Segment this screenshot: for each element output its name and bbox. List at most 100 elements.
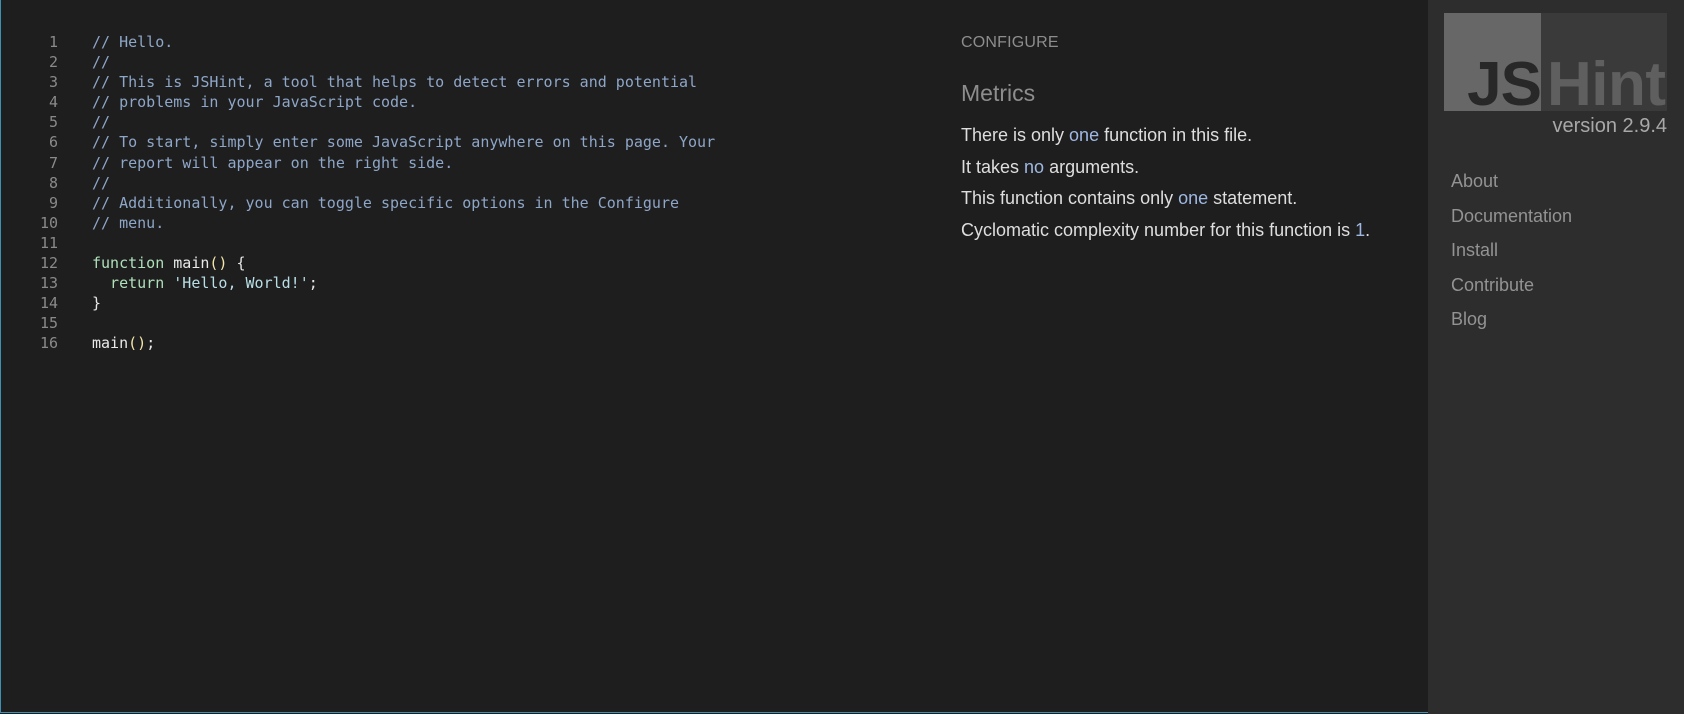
code-token: ; bbox=[146, 334, 156, 353]
metric-text: arguments. bbox=[1044, 156, 1140, 177]
code-line[interactable]: 14} bbox=[0, 293, 900, 313]
logo-hint-text: Hint bbox=[1547, 50, 1666, 119]
line-code: return 'Hello, World!'; bbox=[92, 273, 318, 293]
code-token: // problems in your JavaScript code. bbox=[92, 93, 418, 112]
metric-line: There is only one function in this file. bbox=[961, 120, 1421, 152]
code-token: // Hello. bbox=[92, 33, 174, 51]
line-code: // report will appear on the right side. bbox=[92, 153, 453, 173]
line-code: // This is JSHint, a tool that helps to … bbox=[92, 72, 697, 92]
code-token: // bbox=[92, 173, 111, 192]
line-number: 1 bbox=[48, 33, 58, 51]
code-token: return bbox=[92, 274, 165, 293]
code-token: // menu. bbox=[92, 213, 165, 232]
code-token: // To start, simply enter some JavaScrip… bbox=[92, 133, 716, 152]
code-token: ; bbox=[308, 274, 318, 293]
configure-menu-button[interactable]: CONFIGURE bbox=[961, 34, 1421, 52]
code-line[interactable]: 11 bbox=[0, 233, 900, 253]
line-code: function main() { bbox=[92, 253, 246, 273]
nav-about[interactable]: About bbox=[1451, 164, 1572, 199]
code-editor[interactable]: 1 // Hello. 2 // 3 // This is JSHint, a tool … bbox=[0, 32, 900, 354]
metric-text: . bbox=[1365, 219, 1371, 240]
code-token: { bbox=[227, 254, 246, 273]
line-number: 8 bbox=[48, 173, 58, 192]
metric-line: Cyclomatic complexity number for this fu… bbox=[961, 215, 1421, 247]
code-token: main bbox=[92, 334, 129, 353]
code-token: () bbox=[209, 254, 228, 273]
code-line[interactable]: 7 // report will appear on the right side… bbox=[0, 153, 900, 173]
code-line[interactable]: 10 // menu. bbox=[0, 213, 900, 233]
line-number: 4 bbox=[48, 93, 58, 112]
line-number: 2 bbox=[48, 53, 58, 72]
line-code: // bbox=[92, 112, 110, 132]
code-line[interactable]: 4 // problems in your JavaScript code. bbox=[0, 92, 900, 112]
line-number: 14 bbox=[39, 294, 58, 313]
code-token: } bbox=[92, 294, 102, 313]
metrics-list: There is only one function in this file.… bbox=[961, 120, 1421, 246]
line-number: 15 bbox=[39, 314, 58, 333]
report-panel: CONFIGURE Metrics There is only one func… bbox=[961, 34, 1421, 246]
code-line[interactable]: 1 // Hello. bbox=[0, 32, 900, 52]
metric-value: no bbox=[1024, 156, 1045, 177]
metric-text: This function contains only bbox=[961, 188, 1179, 208]
line-code: // Hello. bbox=[92, 32, 173, 52]
line-number: 7 bbox=[48, 153, 58, 172]
line-number: 12 bbox=[39, 254, 58, 273]
line-number: 11 bbox=[39, 233, 58, 252]
line-code: // bbox=[92, 52, 110, 72]
line-number: 13 bbox=[39, 274, 58, 293]
logo-js-text: JS bbox=[1467, 50, 1542, 119]
metric-line: It takes no arguments. bbox=[961, 152, 1421, 184]
code-line[interactable]: 6 // To start, simply enter some JavaScri… bbox=[0, 132, 900, 152]
code-line[interactable]: 12 function main() { bbox=[0, 253, 900, 273]
code-token: // report will appear on the right side. bbox=[92, 153, 454, 172]
code-token: // bbox=[92, 53, 111, 72]
nav-blog[interactable]: Blog bbox=[1451, 302, 1572, 337]
code-line[interactable]: 2 // bbox=[0, 52, 900, 72]
nav-documentation[interactable]: Documentation bbox=[1451, 199, 1572, 234]
line-number: 16 bbox=[39, 334, 58, 353]
code-line[interactable]: 16 main(); bbox=[0, 333, 900, 353]
code-token: // bbox=[92, 113, 111, 132]
line-code: main(); bbox=[92, 333, 155, 353]
line-number: 10 bbox=[39, 213, 58, 232]
metric-value: 1 bbox=[1355, 219, 1366, 240]
line-number: 9 bbox=[48, 193, 58, 212]
metric-value: one bbox=[1069, 125, 1100, 145]
logo-js-block: JS bbox=[1444, 13, 1542, 116]
line-code: // To start, simply enter some JavaScrip… bbox=[92, 132, 715, 152]
metric-text: It takes bbox=[961, 156, 1025, 177]
metric-text: function in this file. bbox=[1099, 125, 1253, 145]
line-code: } bbox=[92, 293, 101, 313]
metric-text: Cyclomatic complexity number for this fu… bbox=[961, 219, 1356, 240]
line-code: // menu. bbox=[92, 213, 164, 233]
code-line[interactable]: 15 bbox=[0, 313, 900, 333]
metric-line: This function contains only one statemen… bbox=[961, 183, 1421, 215]
version-label: version 2.9.4 bbox=[1552, 115, 1667, 137]
code-token: function bbox=[92, 254, 165, 273]
code-token: () bbox=[128, 334, 147, 353]
metric-value: one bbox=[1178, 188, 1209, 208]
line-code: // bbox=[92, 173, 110, 193]
code-line[interactable]: 13 return 'Hello, World!'; bbox=[0, 273, 900, 293]
metric-text: statement. bbox=[1208, 188, 1298, 208]
line-number: 6 bbox=[48, 133, 58, 152]
line-number: 5 bbox=[48, 113, 58, 132]
nav-install[interactable]: Install bbox=[1451, 233, 1572, 268]
sidebar: JS Hint version 2.9.4 About Documentation… bbox=[1428, 0, 1684, 714]
code-line[interactable]: 9 // Additionally, you can toggle specifi… bbox=[0, 193, 900, 213]
metrics-heading: Metrics bbox=[961, 80, 1036, 106]
sidebar-nav: About Documentation Install Contribute Blog bbox=[1451, 164, 1572, 337]
line-number: 3 bbox=[48, 73, 58, 92]
code-line[interactable]: 3 // This is JSHint, a tool that helps to… bbox=[0, 72, 900, 92]
jshint-logo[interactable]: JS Hint bbox=[1444, 13, 1667, 116]
line-code: // problems in your JavaScript code. bbox=[92, 92, 417, 112]
code-token: main bbox=[164, 254, 210, 273]
line-code: // Additionally, you can toggle specific… bbox=[92, 193, 679, 213]
code-token: // This is JSHint, a tool that helps to … bbox=[92, 73, 698, 92]
code-line[interactable]: 8 // bbox=[0, 173, 900, 193]
code-token: // Additionally, you can toggle specific… bbox=[92, 193, 679, 212]
metric-text: There is only bbox=[961, 125, 1070, 145]
nav-contribute[interactable]: Contribute bbox=[1451, 268, 1572, 303]
code-line[interactable]: 5 // bbox=[0, 112, 900, 132]
code-token: 'Hello, World!' bbox=[164, 274, 309, 293]
